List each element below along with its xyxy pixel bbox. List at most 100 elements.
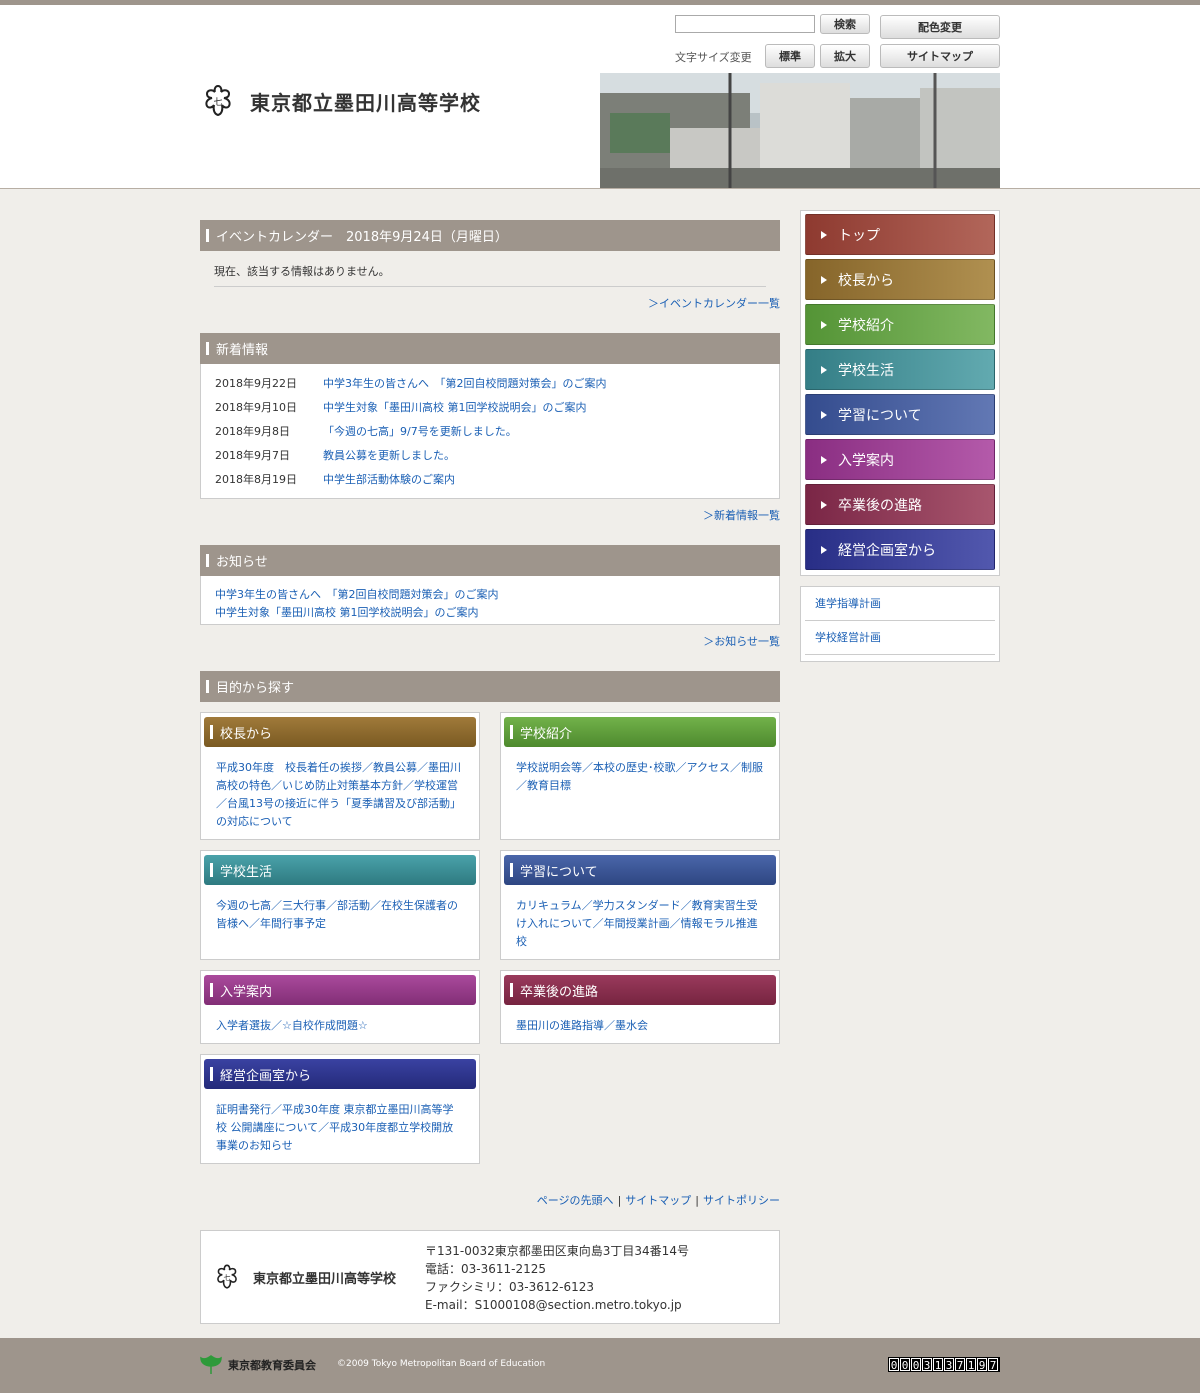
news-item: 2018年8月19日 中学生部活動体験のご案内: [215, 468, 765, 492]
purpose-grid: 校長から 平成30年度 校長着任の挨拶／教員公募／墨田川高校の特色／いじめ防止対…: [200, 712, 780, 1174]
news-date: 2018年9月10日: [215, 401, 297, 414]
counter-digit: 7: [988, 1358, 998, 1372]
school-building-photo: [600, 73, 1000, 188]
counter-digit: 9: [977, 1358, 987, 1372]
nav-item-principal[interactable]: 校長から: [805, 259, 995, 300]
search-button[interactable]: 検索: [820, 14, 870, 34]
address-box: 七 東京都立墨田川高等学校 〒131-0032東京都墨田区東向島3丁目34番14…: [200, 1230, 780, 1324]
counter-digit: 3: [944, 1358, 954, 1372]
purpose-card-links[interactable]: 証明書発行／平成30年度 東京都立墨田川高等学校 公開講座について／平成30年度…: [204, 1089, 476, 1155]
sub-nav-item-management-plan[interactable]: 学校経営計画: [805, 621, 995, 655]
counter-digit: 1: [966, 1358, 976, 1372]
page-top-link[interactable]: ページの先頭へ: [537, 1194, 614, 1207]
copyright: ©2009 Tokyo Metropolitan Board of Educat…: [337, 1359, 546, 1369]
address-postal: 〒131-0032東京都墨田区東向島3丁目34番14号: [425, 1244, 689, 1258]
global-nav: トップ 校長から 学校紹介 学校生活 学習について 入学案内 卒業後の進路 経営…: [800, 210, 1000, 576]
svg-text:七: 七: [224, 1273, 231, 1282]
purpose-card-title[interactable]: 卒業後の進路: [504, 975, 776, 1005]
sidebar: トップ 校長から 学校紹介 学校生活 学習について 入学案内 卒業後の進路 経営…: [800, 210, 1000, 662]
site-header: 七 東京都立墨田川高等学校 検索 配色変更 文字サイズ変更 標準 拡大 サイトマ…: [0, 5, 1200, 189]
news-item: 2018年9月22日 中学3年生の皆さんへ 「第2回自校問題対策会」のご案内: [215, 372, 765, 396]
purpose-card-links[interactable]: 学校説明会等／本校の歴史･校歌／アクセス／制服／教育目標: [504, 747, 776, 795]
news-link[interactable]: 中学生部活動体験のご案内: [323, 468, 455, 492]
purpose-card-school-intro: 学校紹介 学校説明会等／本校の歴史･校歌／アクセス／制服／教育目標: [500, 712, 780, 840]
address-info: 〒131-0032東京都墨田区東向島3丁目34番14号 電話：03-3611-2…: [425, 1242, 689, 1314]
news-item: 2018年9月8日 「今週の七高」9/7号を更新しました。: [215, 420, 765, 444]
news-list-link[interactable]: ＞新着情報一覧: [703, 509, 780, 522]
purpose-card-title[interactable]: 校長から: [204, 717, 476, 747]
site-logo[interactable]: 七 東京都立墨田川高等学校: [200, 83, 481, 119]
purpose-card-title[interactable]: 経営企画室から: [204, 1059, 476, 1089]
nav-item-school-intro[interactable]: 学校紹介: [805, 304, 995, 345]
sub-nav-item-advancement-plan[interactable]: 進学指導計画: [805, 587, 995, 621]
purpose-card-principal: 校長から 平成30年度 校長着任の挨拶／教員公募／墨田川高校の特色／いじめ防止対…: [200, 712, 480, 840]
nav-item-study[interactable]: 学習について: [805, 394, 995, 435]
site-title: 東京都立墨田川高等学校: [250, 90, 481, 115]
purpose-card-links[interactable]: 墨田川の進路指導／墨水会: [504, 1005, 776, 1035]
purpose-card-links[interactable]: 入学者選抜／☆自校作成問題☆: [204, 1005, 476, 1035]
purpose-card-career: 卒業後の進路 墨田川の進路指導／墨水会: [500, 970, 780, 1044]
address-logo: 七 東京都立墨田川高等学校: [213, 1263, 396, 1291]
footer-sitemap-link[interactable]: サイトマップ: [625, 1194, 691, 1207]
notice-heading: お知らせ: [200, 545, 780, 576]
notice-list: 中学3年生の皆さんへ 「第2回自校問題対策会」のご案内 中学生対象「墨田川高校 …: [200, 576, 780, 625]
counter-digit: 3: [922, 1358, 932, 1372]
ginkgo-leaf-icon: [200, 1355, 222, 1374]
address-fax: ファクシミリ：03-3612-6123: [425, 1280, 595, 1294]
purpose-card-title[interactable]: 学校紹介: [504, 717, 776, 747]
counter-digit: 1: [933, 1358, 943, 1372]
nav-item-top[interactable]: トップ: [805, 214, 995, 255]
school-emblem-icon: 七: [217, 1264, 237, 1289]
main-column: イベントカレンダー 2018年9月24日（月曜日） 現在、該当する情報はありませ…: [200, 220, 780, 1324]
nav-item-school-life[interactable]: 学校生活: [805, 349, 995, 390]
board-logo[interactable]: 東京都教育委員会: [200, 1355, 316, 1375]
event-empty-text: 現在、該当する情報はありません。: [214, 263, 766, 287]
counter-digit: 7: [955, 1358, 965, 1372]
font-large-button[interactable]: 拡大: [820, 44, 870, 68]
address-email: E-mail：S1000108@section.metro.tokyo.jp: [425, 1298, 682, 1312]
purpose-card-links[interactable]: 今週の七高／三大行事／部活動／在校生保護者の皆様へ／年間行事予定: [204, 885, 476, 933]
purpose-heading: 目的から探す: [200, 671, 780, 702]
footer-links: ページの先頭へ | サイトマップ | サイトポリシー: [536, 1194, 780, 1207]
event-calendar-list-link[interactable]: ＞イベントカレンダー一覧: [648, 297, 780, 310]
news-heading: 新着情報: [200, 333, 780, 364]
purpose-card-links[interactable]: カリキュラム／学力スタンダード／教育実習生受け入れについて／年間授業計画／情報モ…: [504, 885, 776, 951]
notice-link[interactable]: 中学3年生の皆さんへ 「第2回自校問題対策会」のご案内: [215, 586, 765, 604]
address-school-name: 東京都立墨田川高等学校: [253, 1271, 397, 1287]
counter-digit: 0: [900, 1358, 910, 1372]
counter-digit: 0: [911, 1358, 921, 1372]
news-item: 2018年9月7日 教員公募を更新しました。: [215, 444, 765, 468]
search-input[interactable]: [675, 15, 815, 33]
sitemap-button[interactable]: サイトマップ: [880, 44, 1000, 68]
news-date: 2018年9月7日: [215, 449, 290, 462]
news-link[interactable]: 教員公募を更新しました。: [323, 444, 455, 468]
news-link[interactable]: 中学3年生の皆さんへ 「第2回自校問題対策会」のご案内: [323, 372, 607, 396]
purpose-card-title[interactable]: 学校生活: [204, 855, 476, 885]
color-change-button[interactable]: 配色変更: [880, 15, 1000, 39]
event-calendar-box: 現在、該当する情報はありません。: [200, 251, 780, 287]
counter-digit: 0: [889, 1358, 899, 1372]
site-footer: 東京都教育委員会 ©2009 Tokyo Metropolitan Board …: [0, 1338, 1200, 1393]
site-policy-link[interactable]: サイトポリシー: [703, 1194, 780, 1207]
news-date: 2018年8月19日: [215, 473, 297, 486]
news-item: 2018年9月10日 中学生対象「墨田川高校 第1回学校説明会」のご案内: [215, 396, 765, 420]
address-tel: 電話：03-3611-2125: [425, 1262, 547, 1276]
news-link[interactable]: 「今週の七高」9/7号を更新しました。: [323, 420, 517, 444]
board-name: 東京都教育委員会: [228, 1359, 316, 1372]
sub-nav: 進学指導計画 学校経営計画: [800, 586, 1000, 662]
font-size-label: 文字サイズ変更: [675, 51, 752, 64]
news-date: 2018年9月8日: [215, 425, 290, 438]
nav-item-admin-office[interactable]: 経営企画室から: [805, 529, 995, 570]
purpose-card-admission: 入学案内 入学者選抜／☆自校作成問題☆: [200, 970, 480, 1044]
notice-link[interactable]: 中学生対象「墨田川高校 第1回学校説明会」のご案内: [215, 604, 765, 622]
purpose-card-links[interactable]: 平成30年度 校長着任の挨拶／教員公募／墨田川高校の特色／いじめ防止対策基本方針…: [204, 747, 476, 831]
nav-item-admission[interactable]: 入学案内: [805, 439, 995, 480]
svg-text:七: 七: [213, 97, 222, 108]
notice-list-link[interactable]: ＞お知らせ一覧: [703, 635, 780, 648]
nav-item-career[interactable]: 卒業後の進路: [805, 484, 995, 525]
purpose-card-title[interactable]: 入学案内: [204, 975, 476, 1005]
news-link[interactable]: 中学生対象「墨田川高校 第1回学校説明会」のご案内: [323, 396, 587, 420]
purpose-card-title[interactable]: 学習について: [504, 855, 776, 885]
purpose-card-study: 学習について カリキュラム／学力スタンダード／教育実習生受け入れについて／年間授…: [500, 850, 780, 960]
font-standard-button[interactable]: 標準: [765, 44, 815, 68]
